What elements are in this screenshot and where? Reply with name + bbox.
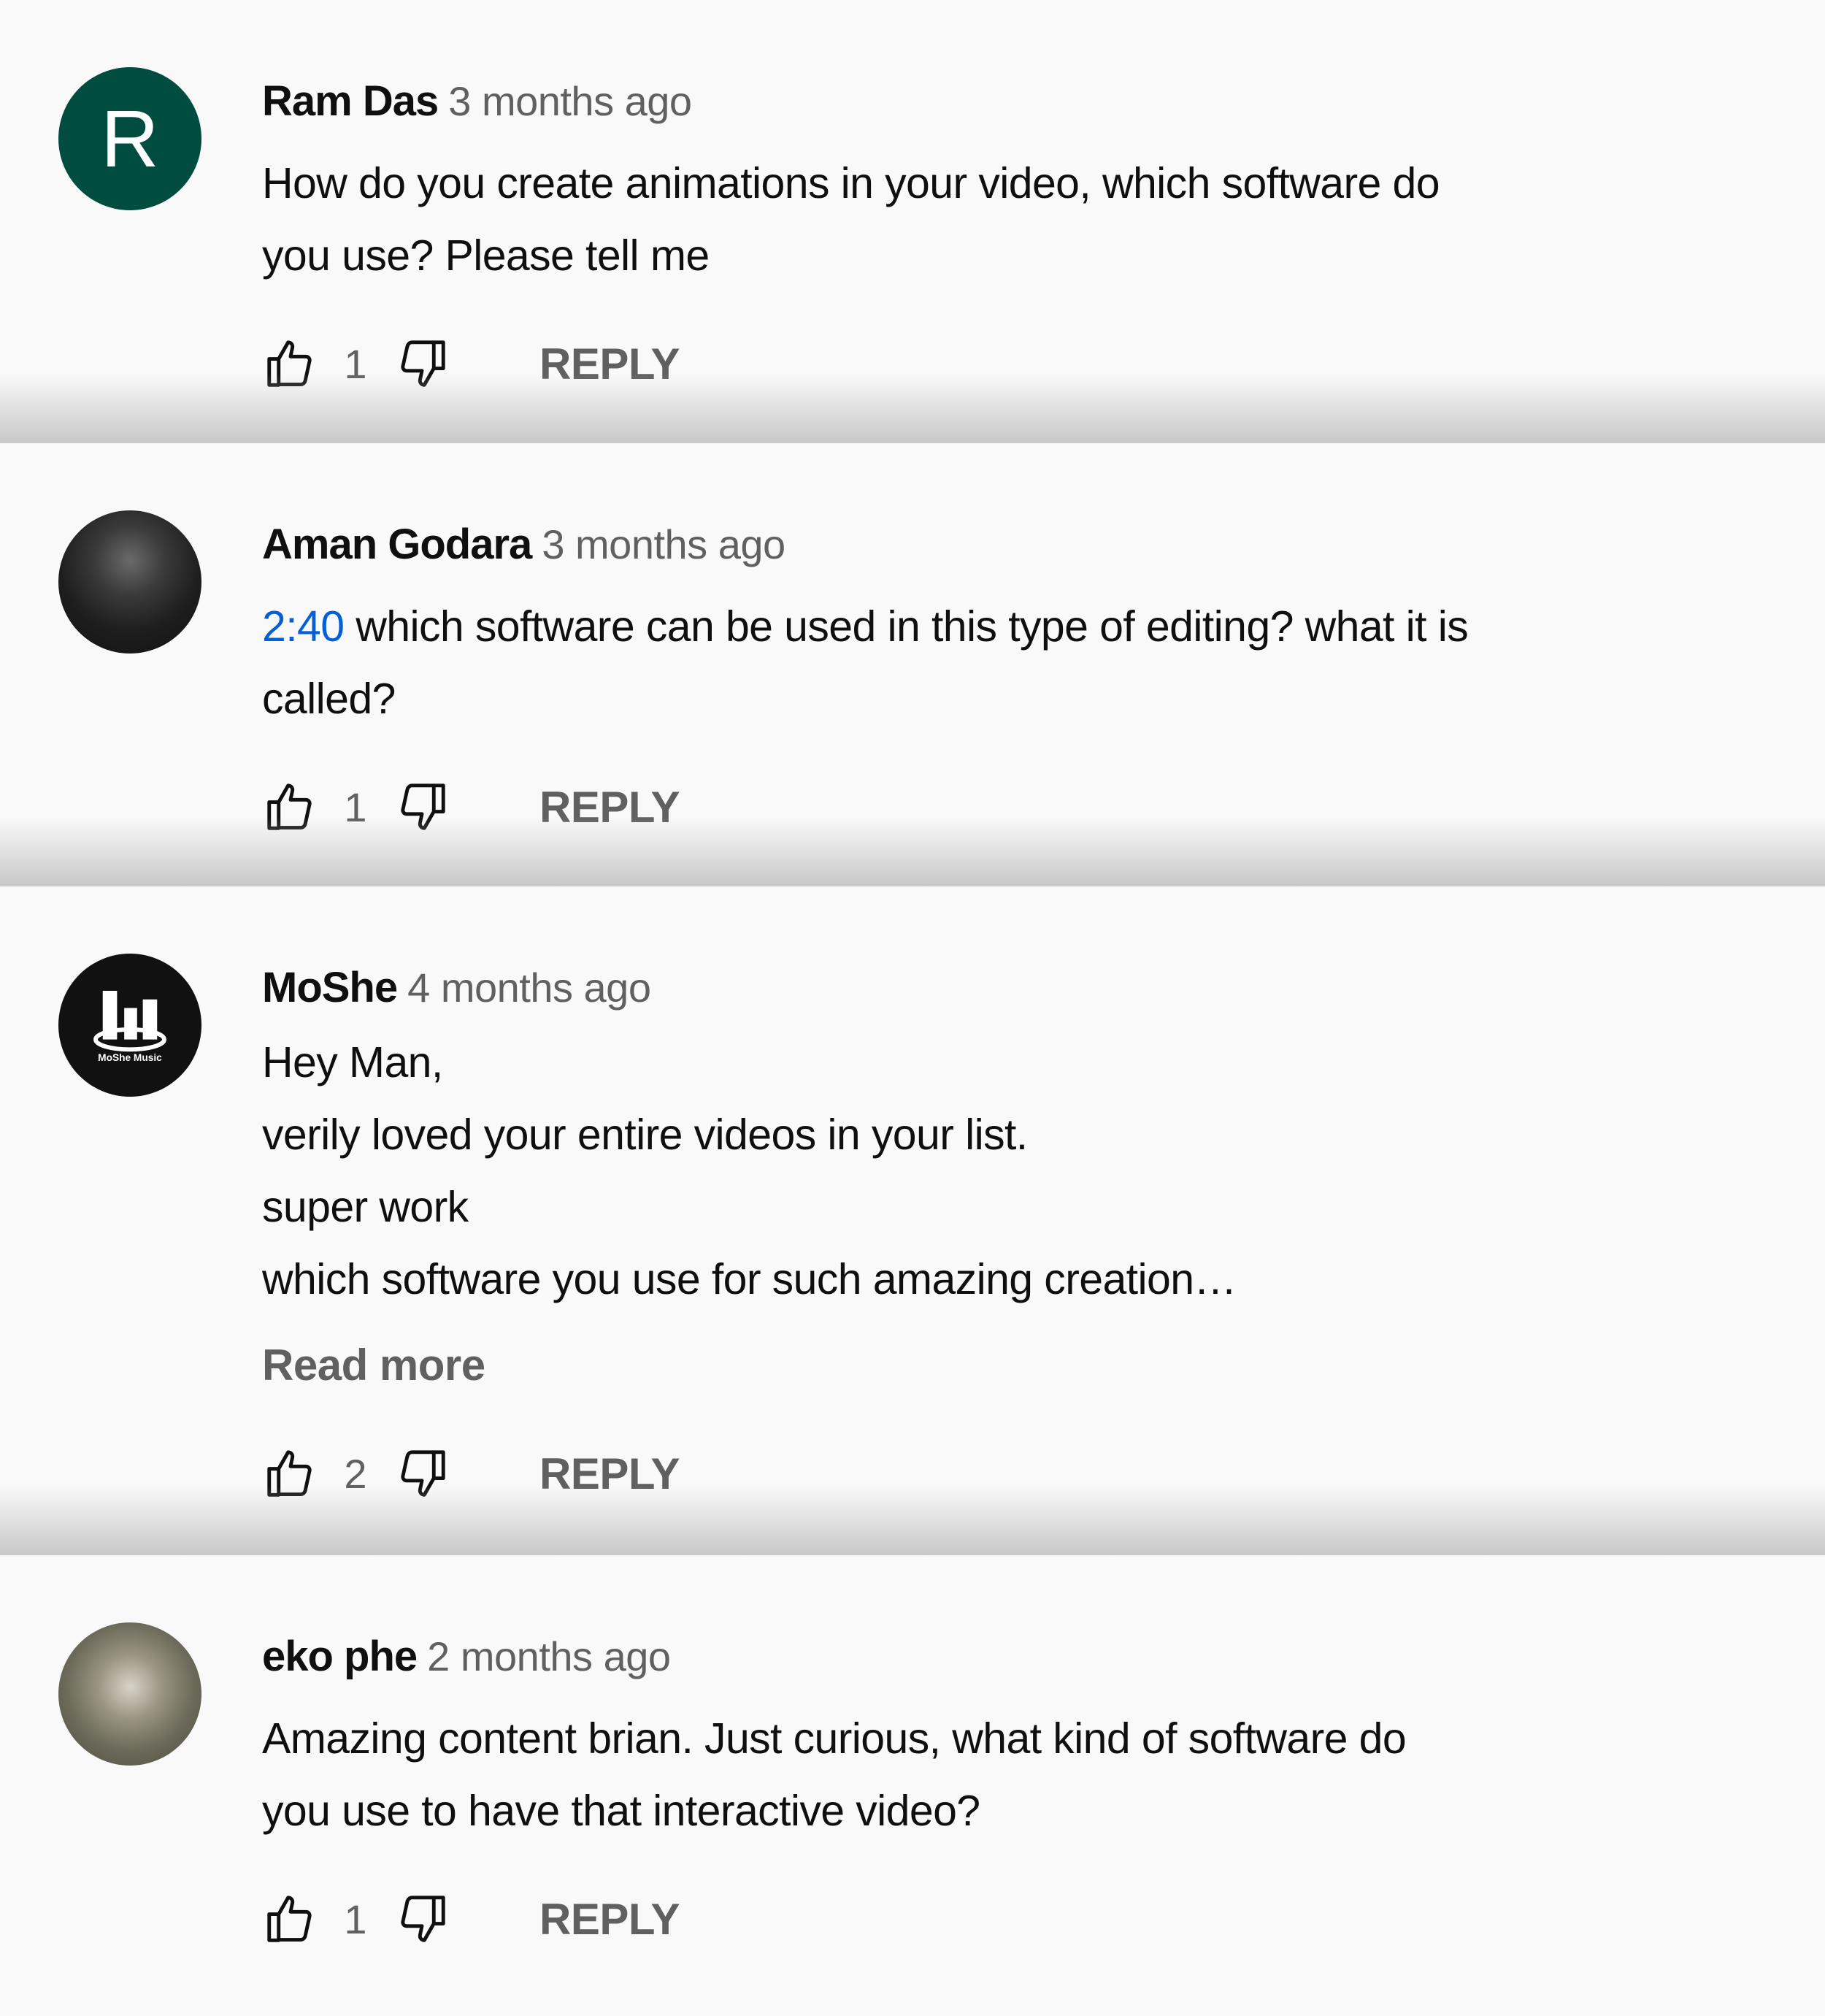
thumbs-up-icon[interactable] [262,778,319,835]
thumbs-down-icon[interactable] [393,1445,450,1502]
thumbs-down-icon[interactable] [393,778,450,835]
comment-line: Amazing content brian. Just curious, wha… [262,1714,1407,1763]
comment: eko phe 2 months ago Amazing content bria… [0,1555,1825,2016]
comment-time[interactable]: 2 months ago [427,1633,671,1679]
like-count: 1 [344,340,367,387]
moshe-logo: MoShe Music [93,990,166,1063]
comment-body: Amazing content brian. Just curious, wha… [262,1703,1825,1847]
video-timestamp-link[interactable]: 2:40 [262,602,345,651]
like-count: 2 [344,1450,367,1497]
like-count: 1 [344,1896,367,1942]
comment-line: verily loved your entire videos in your … [262,1111,1028,1159]
comment-line: Hey Man, [262,1038,443,1086]
thumbs-up-icon[interactable] [262,1890,319,1947]
comment-line: called? [262,675,396,723]
comment-line: you use? Please tell me [262,231,710,280]
thumbs-down-icon[interactable] [393,335,450,392]
comment-body: How do you create animations in your vid… [262,147,1825,292]
comment-author[interactable]: Aman Godara [262,521,532,568]
comment: R Ram Das 3 months ago How do you create … [0,0,1825,443]
comment: MoShe Music MoShe 4 months ago Hey Man, v… [0,886,1825,1555]
avatar-letter: R [101,93,159,184]
comment: Aman Godara 3 months ago 2:40 which softw… [0,443,1825,886]
comment-time[interactable]: 3 months ago [448,78,692,124]
comment-body: 2:40 which software can be used in this … [262,591,1825,735]
reply-button[interactable]: REPLY [539,782,680,832]
thumbs-up-icon[interactable] [262,335,319,392]
comment-time[interactable]: 4 months ago [407,965,651,1011]
avatar[interactable] [58,510,201,654]
thumbs-up-icon[interactable] [262,1445,319,1502]
avatar-logo-text: MoShe Music [98,1052,162,1063]
reply-button[interactable]: REPLY [539,339,680,389]
read-more-link[interactable]: Read more [262,1336,1825,1395]
comment-line: super work [262,1183,469,1231]
comment-author[interactable]: eko phe [262,1633,418,1680]
comment-line: you use to have that interactive video? [262,1787,980,1835]
comment-author[interactable]: Ram Das [262,77,439,125]
avatar[interactable]: MoShe Music [58,954,201,1097]
avatar[interactable] [58,1622,201,1766]
comment-line: How do you create animations in your vid… [262,159,1440,207]
reply-button[interactable]: REPLY [539,1449,680,1499]
comment-line: which software can be used in this type … [344,602,1469,651]
reply-button[interactable]: REPLY [539,1894,680,1944]
comment-author[interactable]: MoShe [262,964,398,1011]
thumbs-down-icon[interactable] [393,1890,450,1947]
comment-body: Hey Man, verily loved your entire videos… [262,1027,1825,1316]
comment-line: which software you use for such amazing … [262,1255,1237,1303]
avatar[interactable]: R [58,67,201,210]
like-count: 1 [344,783,367,830]
comment-time[interactable]: 3 months ago [542,521,785,567]
